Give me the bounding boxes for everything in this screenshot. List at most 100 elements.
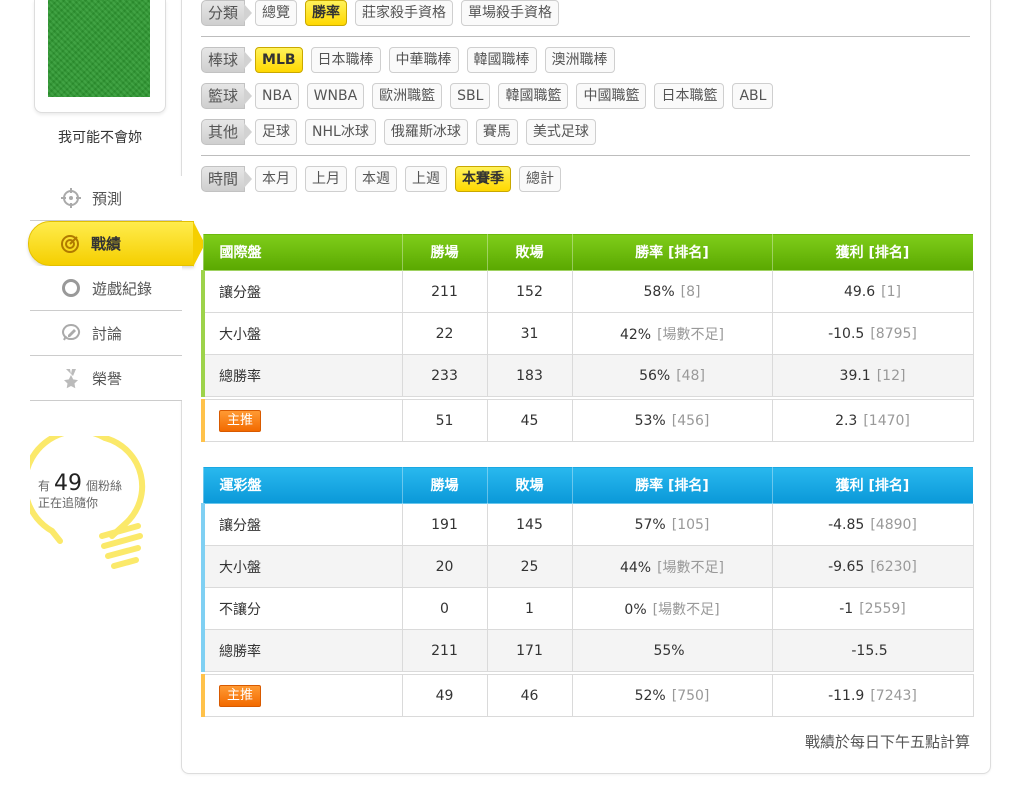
chip-horse-racing[interactable]: 賽馬 [475, 119, 518, 145]
chip-this-month[interactable]: 本月 [255, 166, 298, 192]
profit: -10.5 [8795] [771, 312, 974, 355]
chip-overview[interactable]: 總覽 [255, 0, 298, 26]
chip-npb[interactable]: 日本職棒 [310, 47, 381, 73]
profit-value: -11.9 [828, 687, 865, 704]
wins: 22 [401, 312, 488, 355]
col-header: 運彩盤 [202, 466, 403, 504]
losses: 25 [486, 545, 573, 588]
chip-this-week[interactable]: 本週 [355, 166, 398, 192]
table-row-pick: 主推 51 45 53% [456] 2.3 [1470] [201, 399, 974, 442]
chip-sbl[interactable]: SBL [450, 83, 491, 109]
col-header: 敗場 [486, 233, 573, 271]
intl-stats-table: 國際盤 勝場 敗場 勝率 [排名] 獲利 [排名] 讓分盤 211 152 58… [201, 233, 974, 442]
sidebar-item-label: 戰績 [91, 235, 122, 253]
sidebar-item-predict[interactable]: 預測 [30, 176, 182, 221]
row-name: 總勝率 [201, 629, 403, 672]
chip-single-killer[interactable]: 單場殺手資格 [461, 0, 560, 26]
table-row: 總勝率 233 183 56% [48] 39.1 [12] [201, 354, 974, 397]
chip-cpbl[interactable]: 中華職棒 [388, 47, 459, 73]
win-rate: 42% [場數不足] [571, 312, 773, 355]
row-name: 讓分盤 [201, 503, 403, 546]
chip-last-week[interactable]: 上週 [405, 166, 448, 192]
chip-winrate[interactable]: 勝率 [305, 0, 348, 26]
sidebar-item-record[interactable]: 戰績 [28, 221, 205, 267]
chip-abl-baseball[interactable]: 澳洲職棒 [544, 47, 615, 73]
chip-soccer[interactable]: 足球 [255, 119, 298, 145]
rate-value: 56% [639, 367, 671, 384]
pick-badge[interactable]: 主推 [219, 409, 262, 432]
table-row: 大小盤 22 31 42% [場數不足] -10.5 [8795] [201, 312, 974, 355]
losses: 145 [486, 503, 573, 546]
chip-cba[interactable]: 中國職籃 [576, 83, 647, 109]
sidebar-item-discuss[interactable]: 討論 [30, 311, 182, 356]
win-rate: 55% [571, 629, 773, 672]
avatar-card [34, 0, 166, 113]
rate-value: 57% [634, 516, 666, 533]
losses: 171 [486, 629, 573, 672]
chip-nhl[interactable]: NHL冰球 [305, 119, 376, 145]
profit-rank: [4890] [870, 516, 917, 533]
table-row: 大小盤 20 25 44% [場數不足] -9.65 [6230] [201, 545, 974, 588]
row-name: 主推 [201, 399, 403, 442]
chip-total[interactable]: 總計 [519, 166, 562, 192]
chip-mlb[interactable]: MLB [255, 47, 303, 73]
avatar[interactable] [48, 0, 150, 97]
wins: 211 [401, 629, 488, 672]
filter-label: 籃球 [201, 83, 253, 109]
sidebar-nav: 預測 戰績 遊戲紀錄 討論 榮譽 [28, 176, 205, 401]
chip-nba[interactable]: NBA [255, 83, 299, 109]
profit-rank: [6230] [870, 558, 917, 575]
losses: 31 [486, 312, 573, 355]
table-row: 讓分盤 191 145 57% [105] -4.85 [4890] [201, 503, 974, 546]
chip-wnba[interactable]: WNBA [306, 83, 365, 109]
chip-kbl[interactable]: 韓國職籃 [498, 83, 569, 109]
chip-bookie-killer[interactable]: 莊家殺手資格 [355, 0, 454, 26]
chip-bleague[interactable]: 日本職籃 [654, 83, 725, 109]
table-header: 運彩盤 勝場 敗場 勝率 [排名] 獲利 [排名] [202, 466, 974, 504]
chip-kbo[interactable]: 韓國職棒 [466, 47, 537, 73]
profit: -1 [2559] [771, 587, 974, 630]
row-name: 總勝率 [201, 354, 403, 397]
col-header: 勝場 [401, 466, 488, 504]
wins: 0 [401, 587, 488, 630]
calculation-note: 戰績於每日下午五點計算 [804, 733, 970, 751]
profit-value: 39.1 [839, 367, 871, 384]
sidebar-item-honor[interactable]: 榮譽 [30, 356, 182, 401]
profit: -15.5 [771, 629, 974, 672]
fans-following-text: 正在追隨你 [38, 496, 99, 510]
chip-last-month[interactable]: 上月 [305, 166, 348, 192]
rate-rank: [場數不足] [657, 559, 725, 576]
fans-count-line: 有 49 個粉絲 [38, 471, 122, 496]
col-header: 勝率 [排名] [571, 233, 773, 271]
wins: 49 [401, 674, 488, 717]
win-rate: 58% [8] [571, 270, 773, 313]
wins: 211 [401, 270, 488, 313]
chip-khl[interactable]: 俄羅斯冰球 [383, 119, 468, 145]
chip-nfl[interactable]: 美式足球 [525, 119, 596, 145]
chip-euroleague[interactable]: 歐洲職籃 [372, 83, 443, 109]
profit-value: -15.5 [851, 642, 888, 659]
divider [201, 36, 970, 37]
fans-widget[interactable]: 有 49 個粉絲 正在追隨你 [30, 436, 150, 586]
sidebar-item-game-log[interactable]: 遊戲紀錄 [30, 266, 182, 311]
win-rate: 52% [750] [571, 674, 773, 717]
chip-abl[interactable]: ABL [732, 83, 774, 109]
table-header: 國際盤 勝場 敗場 勝率 [排名] 獲利 [排名] [202, 233, 974, 271]
profit-rank: [8795] [870, 325, 917, 342]
win-rate: 56% [48] [571, 354, 773, 397]
filter-category: 分類 總覽 勝率 莊家殺手資格 單場殺手資格 [201, 0, 567, 26]
pick-badge[interactable]: 主推 [219, 684, 262, 707]
fans-suffix: 個粉絲 [86, 479, 123, 493]
chip-this-season[interactable]: 本賽季 [455, 166, 512, 192]
win-rate: 0% [場數不足] [571, 587, 773, 630]
profit: 49.6 [1] [771, 270, 974, 313]
filter-basketball: 籃球 NBA WNBA 歐洲職籃 SBL 韓國職籃 中國職籃 日本職籃 ABL [201, 83, 781, 109]
wins: 51 [401, 399, 488, 442]
filter-label: 分類 [201, 0, 253, 26]
filter-label: 棒球 [201, 47, 253, 73]
fans-prefix: 有 [38, 479, 51, 493]
profit-value: 49.6 [843, 283, 876, 300]
rate-value: 58% [643, 283, 675, 300]
medal-icon [60, 367, 82, 389]
rate-rank: [場數不足] [652, 601, 720, 618]
